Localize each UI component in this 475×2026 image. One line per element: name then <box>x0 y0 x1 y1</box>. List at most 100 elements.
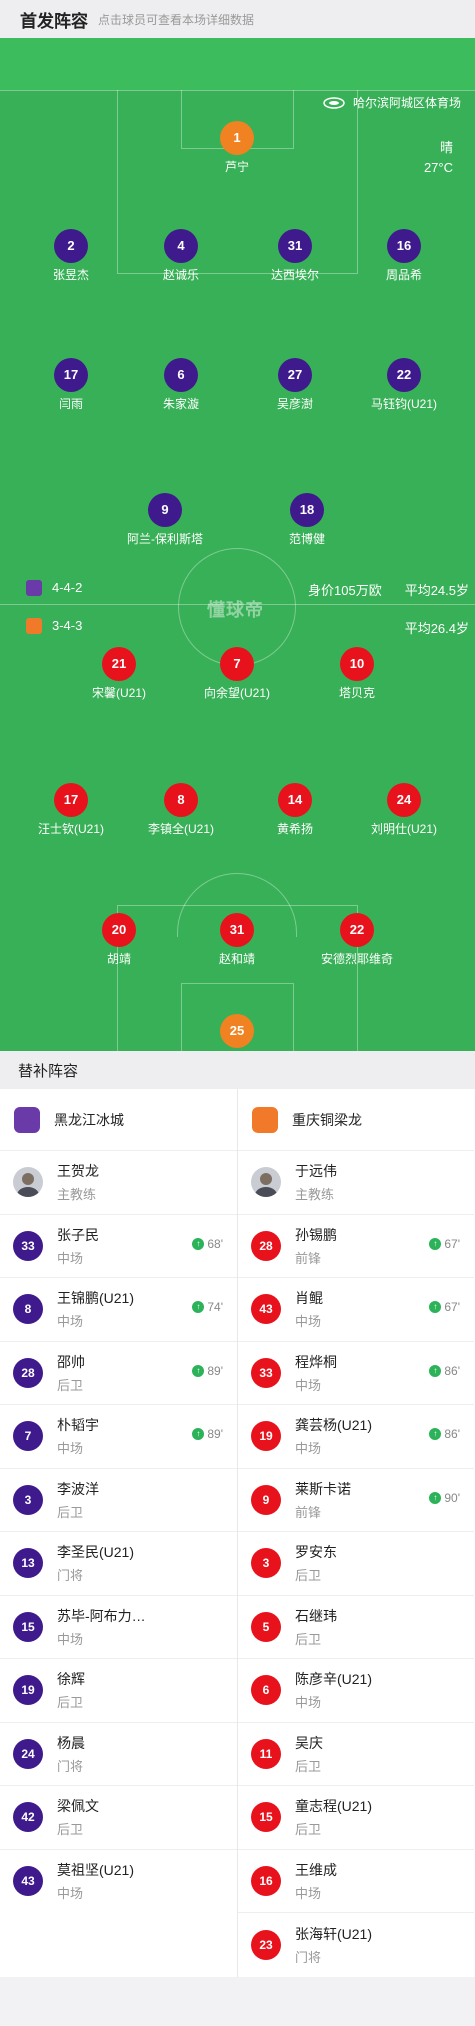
bench-player-row[interactable]: 33 张子民 中场 ↑ 68' <box>0 1215 237 1278</box>
player-name: 梁佩文 <box>57 1798 99 1815</box>
bench-player-row[interactable]: 16 王维成 中场 <box>238 1850 474 1913</box>
home-bench-team[interactable]: 黑龙江冰城 <box>0 1089 237 1151</box>
player-name: 邵帅 <box>57 1353 85 1370</box>
player-marker[interactable]: 4 赵诚乐 <box>126 229 236 283</box>
jersey-number: 2 <box>54 229 88 263</box>
player-info: 张子民 中场 <box>57 1225 99 1267</box>
away-team-name: 重庆铜梁龙 <box>292 1111 362 1128</box>
player-name: 童志程(U21) <box>295 1798 373 1815</box>
sub-minute: 89' <box>207 1363 223 1378</box>
sub-minute: 67' <box>444 1300 460 1314</box>
sub-in-indicator: ↑ 90' <box>429 1491 460 1505</box>
bench-player-row[interactable]: 3 李波洋 后卫 <box>0 1469 237 1532</box>
jersey-number: 22 <box>387 358 421 392</box>
away-badge-icon <box>26 618 42 634</box>
player-name: 陈彦辛(U21) <box>295 1671 373 1688</box>
jersey-number: 15 <box>13 1611 43 1642</box>
player-marker[interactable]: 31 达西埃尔 <box>240 229 350 283</box>
player-name: 石继玮 <box>295 1607 337 1624</box>
home-value: 身价105万欧 <box>308 583 382 598</box>
player-position: 中场 <box>57 1631 84 1647</box>
player-position: 中场 <box>57 1314 84 1330</box>
sub-in-indicator: ↑ 67' <box>429 1237 460 1251</box>
player-marker[interactable]: 21 宋馨(U21) <box>64 647 174 701</box>
sub-minute: 89' <box>207 1427 223 1441</box>
player-marker[interactable]: 22 安德烈耶维奇 <box>302 913 412 967</box>
player-marker[interactable]: 24 刘明仕(U21) <box>349 783 459 837</box>
sub-minute: 86' <box>444 1427 460 1441</box>
away-bench: 重庆铜梁龙 于远伟 主教练 28 孙锡鹏 前锋 ↑ 67' 43 肖鲲 中场 ↑ 67' 33 程烨桐… <box>237 1089 474 1977</box>
sub-in-indicator: ↑ 86' <box>429 1364 460 1378</box>
away-coach[interactable]: 于远伟 主教练 <box>238 1151 474 1215</box>
home-coach[interactable]: 王贺龙 主教练 <box>0 1151 237 1215</box>
player-name: 罗安东 <box>295 1544 337 1561</box>
player-marker[interactable]: 7 向余望(U21) <box>182 647 292 701</box>
bench-player-row[interactable]: 3 罗安东 后卫 <box>238 1532 474 1596</box>
player-marker[interactable]: 2 张昱杰 <box>16 229 126 283</box>
player-info: 李波洋 后卫 <box>57 1479 99 1521</box>
player-position: 中场 <box>57 1250 84 1266</box>
bench-player-row[interactable]: 6 陈彦辛(U21) 中场 <box>238 1659 474 1723</box>
player-position: 门将 <box>57 1758 84 1774</box>
jersey-number: 19 <box>251 1421 281 1452</box>
player-marker[interactable]: 17 汪士钦(U21) <box>16 783 126 837</box>
player-marker[interactable]: 8 李镇全(U21) <box>126 783 236 837</box>
player-name: 赵诚乐 <box>162 268 199 282</box>
player-name: 张子民 <box>57 1226 99 1243</box>
player-marker[interactable]: 22 马钰钧(U21) <box>349 358 459 412</box>
bench-player-row[interactable]: 13 李圣民(U21) 门将 <box>0 1532 237 1596</box>
sub-minute: 74' <box>207 1300 223 1314</box>
player-marker[interactable]: 9 阿兰-保利斯塔 <box>110 493 220 547</box>
jersey-number: 21 <box>102 647 136 681</box>
bench-player-row[interactable]: 19 徐辉 后卫 <box>0 1659 237 1723</box>
bench-player-row[interactable]: 5 石继玮 后卫 <box>238 1596 474 1659</box>
bench-player-row[interactable]: 15 苏毕-阿布力… 中场 <box>0 1596 237 1659</box>
player-marker[interactable]: 27 吴彦澍 <box>240 358 350 412</box>
temperature: 27°C <box>423 160 453 175</box>
player-marker[interactable]: 25库迪热提-阿… <box>182 1014 292 1051</box>
bench-player-row[interactable]: 23 张海轩(U21) 门将 <box>238 1913 474 1977</box>
player-position: 后卫 <box>295 1758 322 1774</box>
player-name: 闫雨 <box>58 397 83 411</box>
player-info: 莱斯卡诺 前锋 <box>295 1479 351 1521</box>
player-marker[interactable]: 16 周品希 <box>349 229 459 283</box>
player-marker[interactable]: 18 范博健 <box>252 493 362 547</box>
player-marker[interactable]: 1 芦宁 <box>182 121 292 175</box>
bench-player-row[interactable]: 19 龚芸杨(U21) 中场 ↑ 86' <box>238 1405 474 1469</box>
bench-player-row[interactable]: 33 程烨桐 中场 ↑ 86' <box>238 1342 474 1405</box>
away-formation: 3-4-3 <box>52 618 83 633</box>
stadium-icon <box>323 96 345 109</box>
bench-player-row[interactable]: 24 杨晨 门将 <box>0 1723 237 1786</box>
player-marker[interactable]: 17 闫雨 <box>16 358 126 412</box>
bench-player-row[interactable]: 28 邵帅 后卫 ↑ 89' <box>0 1342 237 1405</box>
bench-player-row[interactable]: 28 孙锡鹏 前锋 ↑ 67' <box>238 1215 474 1278</box>
player-name: 肖鲲 <box>295 1290 323 1307</box>
bench-player-row[interactable]: 8 王锦鹏(U21) 中场 ↑ 74' <box>0 1278 237 1342</box>
jersey-number: 8 <box>13 1294 43 1325</box>
bench-player-row[interactable]: 42 梁佩文 后卫 <box>0 1786 237 1850</box>
player-position: 前锋 <box>295 1504 322 1520</box>
player-marker[interactable]: 14 黄希扬 <box>240 783 350 837</box>
sub-in-indicator: ↑ 86' <box>429 1427 460 1441</box>
bench-player-row[interactable]: 7 朴韬宇 中场 ↑ 89' <box>0 1405 237 1469</box>
player-marker[interactable]: 6 朱家漩 <box>126 358 236 412</box>
bench-player-row[interactable]: 43 肖鲲 中场 ↑ 67' <box>238 1278 474 1342</box>
bench-player-row[interactable]: 9 莱斯卡诺 前锋 ↑ 90' <box>238 1469 474 1532</box>
bench-player-row[interactable]: 11 吴庆 后卫 <box>238 1723 474 1786</box>
sub-in-icon: ↑ <box>192 1301 205 1313</box>
jersey-number: 24 <box>13 1738 43 1769</box>
jersey-number: 17 <box>54 783 88 817</box>
player-marker[interactable]: 31 赵和靖 <box>182 913 292 967</box>
player-info: 陈彦辛(U21) 中场 <box>295 1669 372 1711</box>
sub-in-icon: ↑ <box>429 1491 442 1504</box>
jersey-number: 22 <box>340 913 374 947</box>
away-bench-team[interactable]: 重庆铜梁龙 <box>238 1089 474 1151</box>
bench-player-row[interactable]: 15 童志程(U21) 后卫 <box>238 1786 474 1850</box>
player-info: 肖鲲 中场 <box>295 1288 323 1330</box>
bench-player-row[interactable]: 43 莫祖坚(U21) 中场 <box>0 1850 237 1914</box>
jersey-number: 8 <box>164 783 198 817</box>
player-marker[interactable]: 20 胡靖 <box>64 913 174 967</box>
jersey-number: 9 <box>148 493 182 527</box>
player-marker[interactable]: 10 塔贝克 <box>302 647 412 701</box>
player-name: 周品希 <box>385 268 422 282</box>
